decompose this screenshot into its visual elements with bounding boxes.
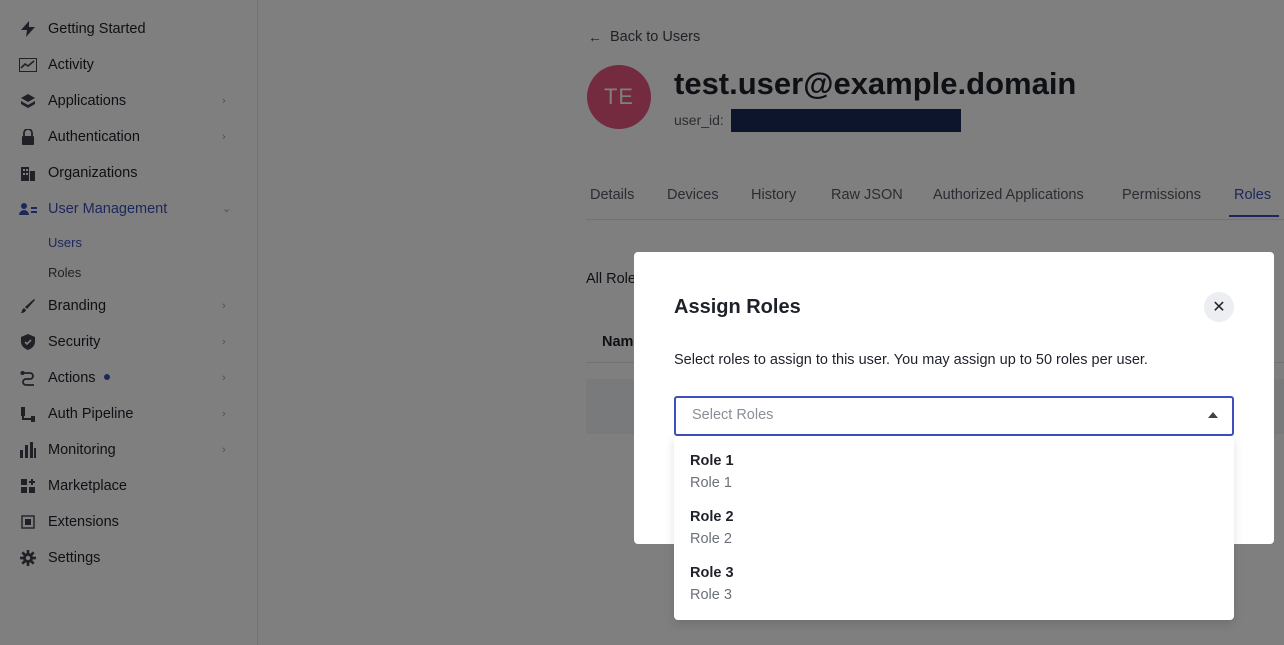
roles-dropdown-menu: Role 1 Role 1 Role 2 Role 2 Role 3 Role … xyxy=(674,436,1234,620)
dropdown-option-role-2[interactable]: Role 2 Role 2 xyxy=(674,492,1234,548)
modal-description: Select roles to assign to this user. You… xyxy=(674,352,1148,368)
option-name: Role 1 xyxy=(690,453,734,469)
option-description: Role 2 xyxy=(690,531,732,547)
dropdown-option-role-1[interactable]: Role 1 Role 1 xyxy=(674,436,1234,492)
option-name: Role 3 xyxy=(690,565,734,581)
close-button[interactable]: ✕ xyxy=(1204,292,1234,322)
option-description: Role 1 xyxy=(690,475,732,491)
modal-title: Assign Roles xyxy=(674,296,801,318)
select-roles-field[interactable] xyxy=(674,396,1234,436)
close-icon: ✕ xyxy=(1212,299,1226,316)
select-roles-input[interactable] xyxy=(692,407,1172,423)
option-description: Role 3 xyxy=(690,587,732,603)
option-name: Role 2 xyxy=(690,509,734,525)
dropdown-option-role-3[interactable]: Role 3 Role 3 xyxy=(674,548,1234,604)
caret-up-icon[interactable] xyxy=(1208,412,1218,418)
